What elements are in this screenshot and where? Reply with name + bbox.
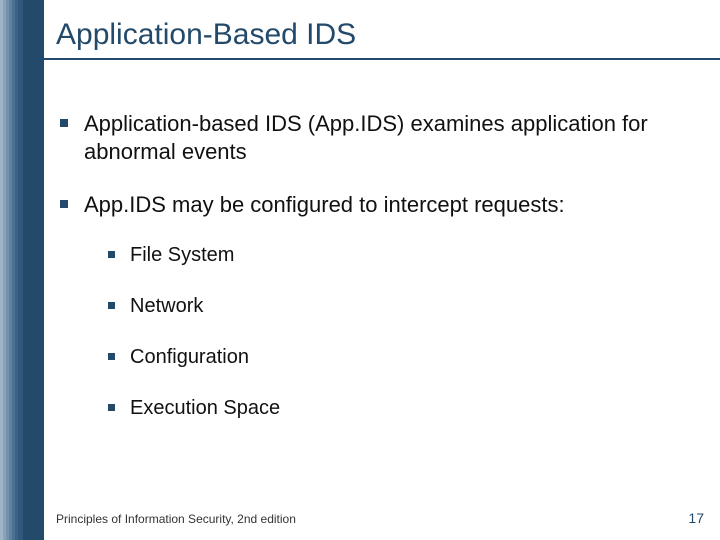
title-underline	[44, 58, 720, 60]
sub-bullet-item: Configuration	[106, 345, 700, 370]
sub-bullet-text: Network	[130, 295, 203, 317]
sidebar-bar	[28, 0, 36, 540]
bullet-text: Application-based IDS (App.IDS) examines…	[84, 111, 648, 164]
sub-bullet-item: File System	[106, 243, 700, 268]
sub-bullet-item: Execution Space	[106, 396, 700, 421]
footer-source: Principles of Information Security, 2nd …	[56, 512, 296, 526]
sub-bullet-text: Configuration	[130, 346, 249, 368]
bullet-item: Application-based IDS (App.IDS) examines…	[56, 110, 700, 165]
bullet-item: App.IDS may be configured to intercept r…	[56, 191, 700, 421]
sub-bullet-text: Execution Space	[130, 397, 280, 419]
sidebar-bar	[36, 0, 44, 540]
bullet-text: App.IDS may be configured to intercept r…	[84, 192, 565, 217]
page-number: 17	[688, 510, 704, 526]
slide-title: Application-Based IDS	[56, 18, 700, 52]
sidebar-decoration	[0, 0, 44, 540]
slide-body: Application-based IDS (App.IDS) examines…	[56, 110, 700, 447]
sub-bullet-text: File System	[130, 244, 234, 266]
slide-content: Application-Based IDS	[56, 18, 700, 58]
sub-bullet-item: Network	[106, 294, 700, 319]
